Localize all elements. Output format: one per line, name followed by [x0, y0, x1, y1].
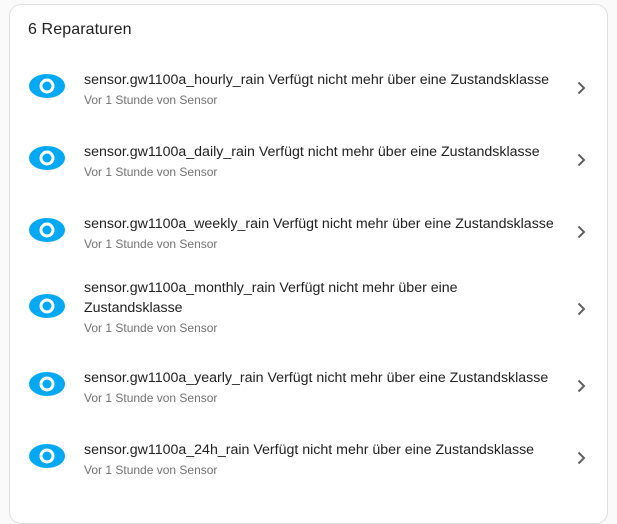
- list-item[interactable]: sensor.gw1100a_weekly_rain Verfügt nicht…: [10, 201, 607, 259]
- item-subtitle: Vor 1 Stunde von Sensor: [84, 463, 218, 477]
- chevron-right-icon: [573, 301, 589, 317]
- item-subtitle: Vor 1 Stunde von Sensor: [84, 93, 218, 107]
- eye-icon: [28, 73, 66, 99]
- list-item[interactable]: sensor.gw1100a_monthly_rain Verfügt nich…: [10, 273, 607, 345]
- item-title: sensor.gw1100a_weekly_rain Verfügt nicht…: [84, 216, 554, 232]
- chevron-right-icon: [573, 450, 589, 466]
- list-item[interactable]: sensor.gw1100a_hourly_rain Verfügt nicht…: [10, 57, 607, 115]
- chevron-right-icon: [573, 378, 589, 394]
- item-title: sensor.gw1100a_hourly_rain Verfügt nicht…: [84, 72, 550, 88]
- list-item[interactable]: sensor.gw1100a_yearly_rain Verfügt nicht…: [10, 355, 607, 413]
- repairs-card: 6 Reparaturen sensor.gw1100a_hourly_rain…: [9, 4, 608, 524]
- item-title: sensor.gw1100a_monthly_rain Verfügt nich…: [84, 280, 458, 316]
- chevron-right-icon: [573, 224, 589, 240]
- eye-icon: [28, 293, 66, 319]
- chevron-right-icon: [573, 80, 589, 96]
- item-title: sensor.gw1100a_yearly_rain Verfügt nicht…: [84, 370, 549, 386]
- eye-icon: [28, 443, 66, 469]
- eye-icon: [28, 371, 66, 397]
- eye-icon: [28, 217, 66, 243]
- list-item[interactable]: sensor.gw1100a_daily_rain Verfügt nicht …: [10, 129, 607, 187]
- chevron-right-icon: [573, 152, 589, 168]
- list-item[interactable]: sensor.gw1100a_24h_rain Verfügt nicht me…: [10, 427, 607, 485]
- item-subtitle: Vor 1 Stunde von Sensor: [84, 321, 218, 335]
- item-subtitle: Vor 1 Stunde von Sensor: [84, 165, 218, 179]
- card-title: 6 Reparaturen: [28, 21, 132, 38]
- item-subtitle: Vor 1 Stunde von Sensor: [84, 237, 218, 251]
- item-subtitle: Vor 1 Stunde von Sensor: [84, 391, 218, 405]
- item-title: sensor.gw1100a_daily_rain Verfügt nicht …: [84, 144, 540, 160]
- eye-icon: [28, 145, 66, 171]
- item-title: sensor.gw1100a_24h_rain Verfügt nicht me…: [84, 442, 535, 458]
